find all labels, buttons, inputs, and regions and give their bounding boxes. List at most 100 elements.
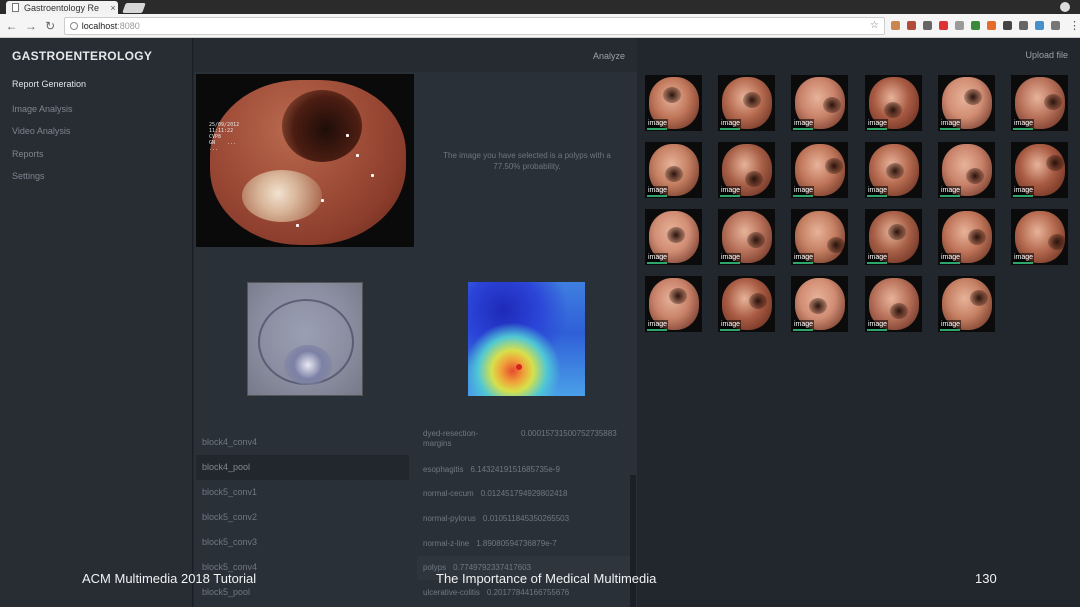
extension-icon[interactable] [923,21,933,30]
gallery-thumbnail[interactable]: image [1011,142,1068,198]
thumbnail-label: image [940,186,962,195]
gallery-thumbnail[interactable]: image [718,276,775,332]
selected-endoscopy-image[interactable]: 25/09/2012 11:11:22 CVP8 GN ... ... [196,74,414,247]
extensions-area: ⋮ [891,19,1080,32]
thumbnail-status-bar [940,329,960,331]
extension-icon[interactable] [955,21,965,30]
gallery-thumbnail[interactable]: image [645,209,702,265]
gallery-thumbnail[interactable]: image [791,276,848,332]
thumbnail-label: image [720,253,742,262]
thumbnail-status-bar [1013,195,1033,197]
layer-item[interactable]: block5_conv3 [196,530,409,555]
back-button[interactable]: ← [4,18,19,34]
sidebar-item-image-analysis[interactable]: Image Analysis [12,104,73,114]
thumbnail-label: image [1013,186,1035,195]
new-tab-button[interactable] [122,3,146,13]
extension-icon[interactable] [891,21,901,30]
gallery-thumbnail[interactable]: image [645,75,702,131]
close-tab-icon[interactable]: × [108,3,118,13]
gallery-thumbnail[interactable]: image [938,209,995,265]
extension-icon[interactable] [1035,21,1045,30]
extension-icon[interactable] [907,21,917,30]
thumbnail-status-bar [867,195,887,197]
thumbnail-status-bar [793,262,813,264]
gallery-thumbnail[interactable]: image [645,276,702,332]
page-icon [12,3,19,12]
thumbnail-status-bar [793,195,813,197]
sidebar: GASTROENTEROLOGY Report Generation Image… [0,38,193,607]
thumbnail-status-bar [867,329,887,331]
probability-row: dyed-resection-margins0.0001573150075273… [423,429,617,448]
thumbnail-status-bar [647,262,667,264]
gallery-thumbnail[interactable]: image [718,142,775,198]
gallery-thumbnail[interactable]: image [938,276,995,332]
upload-file-button[interactable]: Upload file [1025,50,1068,60]
gallery-thumbnail[interactable]: image [718,209,775,265]
polyp-region [242,170,322,222]
extension-icon[interactable] [971,21,981,30]
browser-tab[interactable]: Gastroentology Re × [6,1,118,14]
gallery-thumbnail[interactable]: image [865,75,922,131]
analyze-button[interactable]: Analyze [593,51,625,61]
thumbnail-status-bar [720,195,740,197]
thumbnail-status-bar [720,329,740,331]
extension-icon[interactable] [1051,21,1061,30]
thumbnail-status-bar [647,195,667,197]
image-overlay-text: 25/09/2012 11:11:22 CVP8 GN ... ... [209,122,240,152]
sidebar-item-report-generation[interactable]: Report Generation [12,79,86,89]
thumbnail-label: image [867,186,889,195]
extension-icon[interactable] [1003,21,1013,30]
gallery-thumbnail[interactable]: image [791,75,848,131]
info-icon[interactable] [69,21,78,30]
thumbnail-status-bar [940,195,960,197]
extension-icon[interactable] [987,21,997,30]
thumbnail-label: image [940,320,962,329]
thumbnail-status-bar [793,128,813,130]
gallery-thumbnail[interactable]: image [1011,209,1068,265]
gallery-thumbnail[interactable]: image [791,209,848,265]
sidebar-item-reports[interactable]: Reports [12,149,44,159]
gallery-thumbnail[interactable]: image [645,142,702,198]
gallery-thumbnail[interactable]: image [865,276,922,332]
opera-icon[interactable] [939,21,949,30]
bookmark-star-icon[interactable]: ☆ [870,20,879,31]
gallery-thumbnail[interactable]: image [1011,75,1068,131]
slide-page-number: 130 [975,571,997,586]
thumbnail-label: image [647,253,669,262]
layer-item-selected[interactable]: block4_pool [196,455,409,480]
slide-footer-left: ACM Multimedia 2018 Tutorial [82,571,257,586]
eyedropper-icon[interactable] [1019,21,1029,30]
gallery-thumbnail[interactable]: image [865,209,922,265]
layer-item[interactable]: block4_conv4 [196,430,409,455]
thumbnail-status-bar [1013,128,1033,130]
browser-tab-strip: Gastroentology Re × [0,0,1080,14]
layer-item[interactable]: block5_conv1 [196,480,409,505]
sidebar-item-video-analysis[interactable]: Video Analysis [12,126,70,136]
tab-title: Gastroentology Re [24,2,100,13]
thumbnail-status-bar [647,329,667,331]
probability-scrollbar[interactable] [630,475,636,607]
app-brand: GASTROENTEROLOGY [12,49,153,63]
reload-button[interactable]: ↻ [43,18,58,34]
profile-icon[interactable] [1060,2,1070,12]
gallery-thumbnail[interactable]: image [938,142,995,198]
forward-button[interactable]: → [23,18,38,34]
gallery-thumbnail[interactable]: image [865,142,922,198]
gallery-thumbnail[interactable]: image [938,75,995,131]
address-bar[interactable]: localhost:8080 ☆ [63,16,886,35]
browser-menu-icon[interactable]: ⋮ [1069,19,1080,32]
thumbnail-status-bar [1013,262,1033,264]
gallery-thumbnail[interactable]: image [791,142,848,198]
layer-item[interactable]: block5_conv2 [196,505,409,530]
thumbnail-status-bar [940,128,960,130]
thumbnail-status-bar [647,128,667,130]
thumbnail-label: image [720,320,742,329]
thumbnail-label: image [1013,119,1035,128]
gallery-thumbnail[interactable]: image [718,75,775,131]
sidebar-item-settings[interactable]: Settings [12,171,45,181]
thumbnail-status-bar [793,329,813,331]
thumbnail-status-bar [940,262,960,264]
thumbnail-label: image [647,119,669,128]
gradient-visualization-image [247,282,363,396]
thumbnail-status-bar [867,262,887,264]
